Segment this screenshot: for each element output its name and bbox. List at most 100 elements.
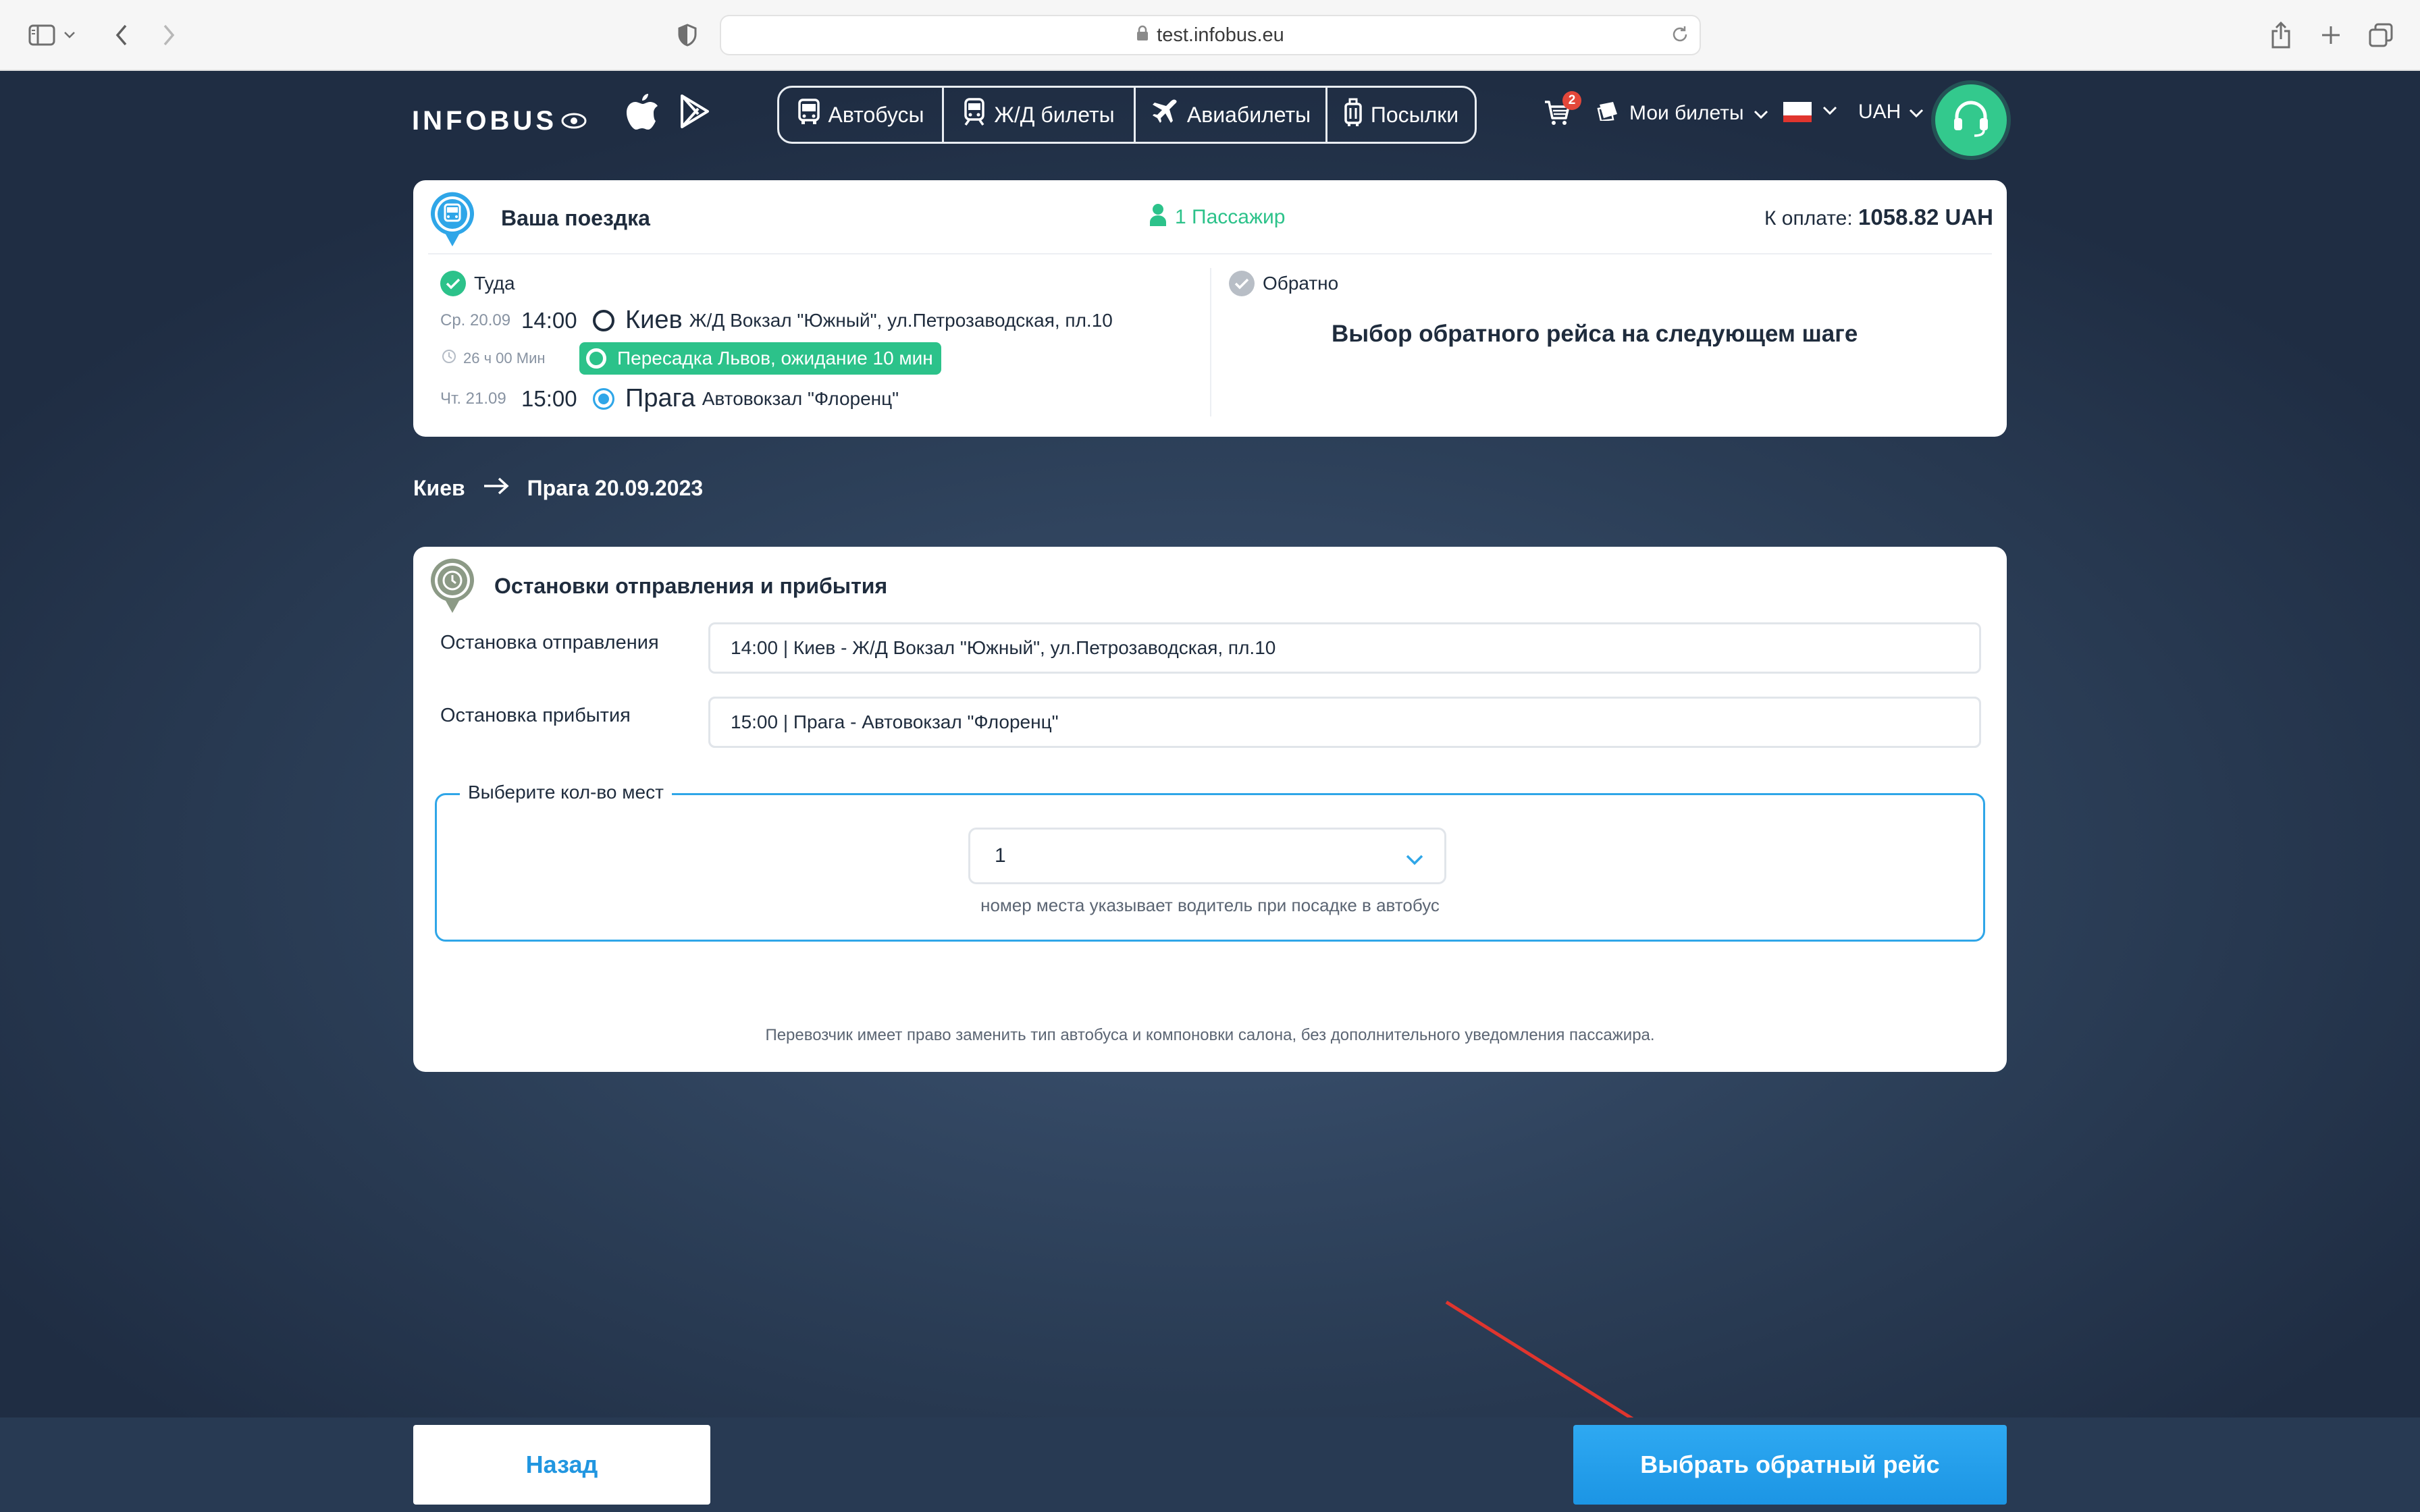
departure-row: Ср. 20.09 14:00 Киев Ж/Д Вокзал "Южный",… (440, 306, 1113, 335)
bus-icon (797, 99, 820, 131)
google-play-icon[interactable] (675, 90, 715, 133)
person-icon (1149, 203, 1167, 232)
outbound-header: Туда (440, 271, 515, 296)
stop-circle-icon (593, 309, 614, 331)
url-text: test.infobus.eu (1157, 24, 1284, 46)
to-pay-amount: 1058.82 UAH (1858, 205, 1993, 230)
currency-selector[interactable]: UAH (1858, 101, 1924, 124)
tab-overview-icon[interactable] (2363, 18, 2398, 53)
seats-select[interactable]: 1 (968, 828, 1446, 884)
language-selector[interactable] (1783, 102, 1837, 122)
to-pay-label: К оплате: (1764, 207, 1853, 230)
tab-trains-label: Ж/Д билеты (994, 102, 1115, 127)
privacy-shield-icon[interactable] (670, 18, 705, 53)
tab-parcels[interactable]: Посылки (1327, 88, 1475, 142)
luggage-icon (1344, 97, 1363, 132)
arrival-stop-field[interactable]: 15:00 | Прага - Автовокзал "Флоренц" (708, 697, 1981, 748)
departure-stop-value: 14:00 | Киев - Ж/Д Вокзал "Южный", ул.Пе… (731, 637, 1276, 658)
plane-icon (1151, 98, 1179, 132)
support-button[interactable] (1935, 84, 2007, 156)
apple-store-icon[interactable] (623, 90, 663, 133)
return-note: Выбор обратного рейса на следующем шаге (1332, 321, 1858, 347)
tab-flights[interactable]: Авиабилеты (1136, 88, 1327, 142)
logo-eye-icon (561, 106, 587, 136)
back-nav-icon[interactable] (104, 18, 139, 53)
browser-toolbar: test.infobus.eu (0, 0, 2420, 71)
column-divider (1210, 268, 1211, 416)
departure-station: Ж/Д Вокзал "Южный", ул.Петрозаводская, п… (689, 309, 1113, 331)
departure-city: Киев (625, 306, 683, 334)
my-tickets-menu[interactable]: Мои билеты (1597, 101, 1768, 126)
chevron-down-icon (1909, 101, 1924, 124)
sidebar-toggle-icon[interactable] (24, 18, 59, 53)
flag-icon (1783, 102, 1812, 122)
chevron-down-icon (1405, 848, 1424, 871)
transfer-row: 26 ч 00 Мин Пересадка Львов, ожидание 10… (440, 342, 941, 375)
passenger-count[interactable]: 1 Пассажир (1149, 203, 1285, 232)
route-summary: Киев Прага 20.09.2023 (413, 476, 703, 501)
seats-fieldset: Выберите кол-во мест 1 номер места указы… (435, 782, 1985, 942)
currency-label: UAH (1858, 101, 1901, 123)
bottom-action-bar (0, 1418, 2420, 1512)
arrival-row: Чт. 21.09 15:00 Прага Автовокзал "Флорен… (440, 384, 899, 413)
tab-trains[interactable]: Ж/Д билеты (944, 88, 1136, 142)
logo-text: INFOBUS (412, 105, 557, 136)
trip-duration-text: 26 ч 00 Мин (463, 350, 546, 367)
route-from: Киев (413, 476, 465, 500)
arrival-stop-label: Остановка прибытия (440, 705, 631, 726)
select-return-button[interactable]: Выбрать обратный рейс (1573, 1425, 2007, 1505)
site-header: INFOBUS Автобусы Ж/Д билеты Авиабилеты П… (0, 71, 2420, 179)
train-icon (963, 98, 986, 132)
cart-count-badge: 2 (1562, 91, 1581, 110)
departure-time: 14:00 (521, 307, 577, 333)
departure-stop-field[interactable]: 14:00 | Киев - Ж/Д Вокзал "Южный", ул.Пе… (708, 622, 1981, 674)
address-bar[interactable]: test.infobus.eu (720, 15, 1701, 55)
cart-icon (1544, 101, 1571, 129)
share-icon[interactable] (2263, 18, 2298, 53)
stop-filled-circle-icon (593, 387, 614, 410)
trip-title: Ваша поездка (501, 206, 650, 230)
return-header: Обратно (1229, 271, 1338, 296)
arrival-city: Прага (625, 384, 695, 412)
total-to-pay: К оплате: 1058.82 UAH (1764, 205, 1993, 230)
reload-icon[interactable] (1670, 24, 1690, 50)
forward-nav-icon[interactable] (151, 18, 186, 53)
seats-value: 1 (995, 844, 1006, 867)
route-to-date: Прага 20.09.2023 (527, 476, 704, 500)
check-circle-icon (1229, 271, 1255, 296)
new-tab-icon[interactable] (2313, 18, 2348, 53)
headset-icon (1950, 98, 1992, 143)
cart-button[interactable]: 2 (1544, 91, 1581, 133)
chevron-down-icon (1822, 106, 1837, 119)
departure-stop-label: Остановка отправления (440, 632, 659, 653)
my-tickets-label: Мои билеты (1629, 102, 1744, 124)
tab-parcels-label: Посылки (1370, 102, 1459, 127)
infobus-logo[interactable]: INFOBUS (412, 101, 587, 141)
bus-pin-icon (428, 190, 477, 249)
tab-flights-label: Авиабилеты (1186, 102, 1311, 127)
divider (428, 253, 1992, 254)
transport-nav: Автобусы Ж/Д билеты Авиабилеты Посылки (777, 86, 1477, 144)
tab-buses-label: Автобусы (828, 102, 924, 127)
back-button[interactable]: Назад (413, 1425, 710, 1505)
page-content: INFOBUS Автобусы Ж/Д билеты Авиабилеты П… (0, 71, 2420, 1512)
tab-buses[interactable]: Автобусы (779, 88, 944, 142)
chevron-down-icon (1754, 102, 1768, 125)
tickets-icon (1597, 101, 1620, 126)
tab-group-chevron-icon[interactable] (59, 18, 80, 53)
arrow-right-icon (483, 476, 510, 501)
lock-icon (1136, 24, 1149, 47)
seats-hint: номер места указывает водитель при посад… (980, 895, 1440, 915)
trip-summary-card: Ваша поездка 1 Пассажир К оплате: 1058.8… (413, 180, 2007, 437)
stops-title: Остановки отправления и прибытия (494, 574, 888, 598)
carrier-note: Перевозчик имеет право заменить тип авто… (765, 1026, 1655, 1044)
transfer-text: Пересадка Львов, ожидание 10 мин (617, 348, 933, 369)
check-circle-icon (440, 271, 466, 296)
stops-card: Остановки отправления и прибытия Останов… (413, 547, 2007, 1072)
arrival-time: 15:00 (521, 385, 577, 411)
outbound-label: Туда (474, 273, 515, 294)
passenger-count-label: 1 Пассажир (1175, 206, 1286, 228)
clock-pin-icon (428, 556, 477, 616)
arrival-stop-value: 15:00 | Прага - Автовокзал "Флоренц" (731, 711, 1059, 732)
transfer-badge: Пересадка Львов, ожидание 10 мин (579, 342, 941, 375)
